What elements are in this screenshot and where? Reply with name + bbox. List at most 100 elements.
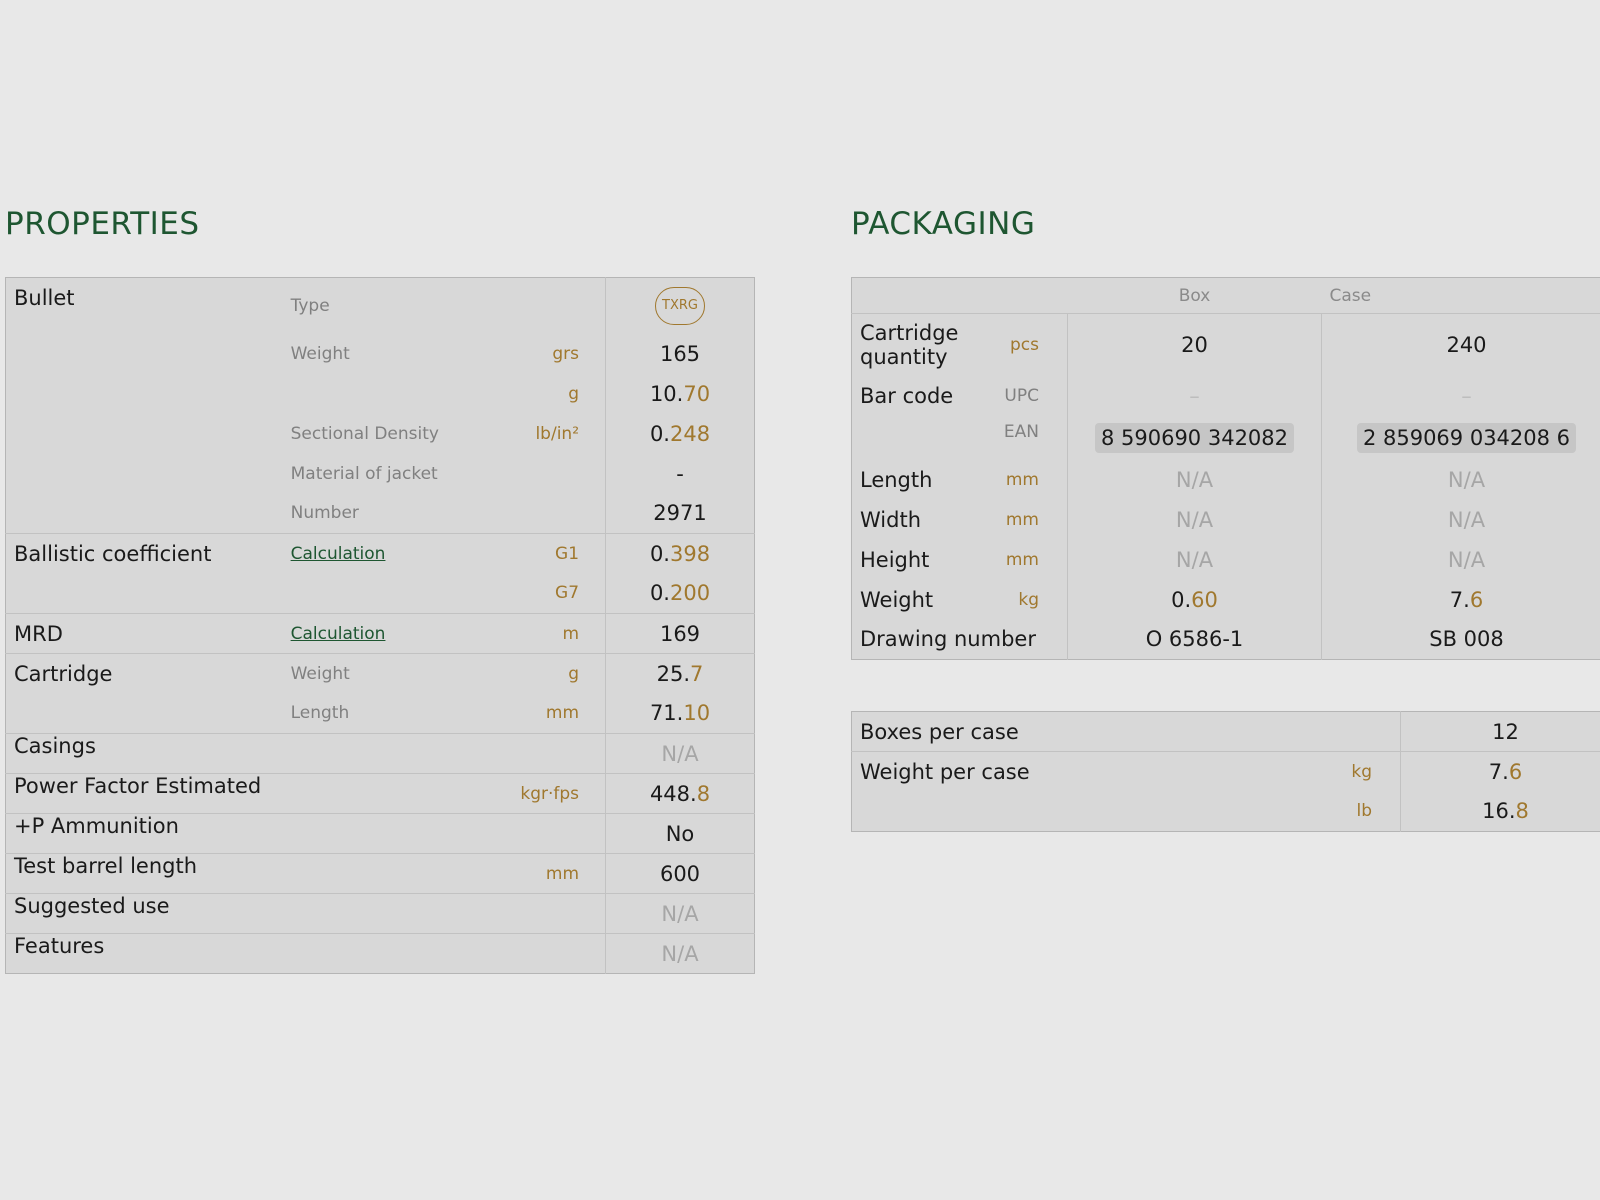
weight-per-case-label: Weight per case (851, 751, 1126, 792)
cartridge-weight-label: Weight (290, 653, 476, 694)
cartridge-weight-unit: g (475, 653, 606, 694)
weight-per-case-kg-row: Weight per case kg 7.6 (851, 751, 1600, 792)
boxes-per-case-row: Boxes per case 12 (852, 711, 1600, 752)
cartridge-length-value: 71.10 (605, 693, 755, 734)
quantity-row: Cartridge quantity pcs 20 240 (852, 313, 1600, 376)
features-row: Features N/A (5, 933, 755, 974)
bullet-jacket-label: Material of jacket (290, 463, 438, 484)
quantity-unit: pcs (1010, 334, 1039, 355)
ballistic-g7-unit: G7 (555, 583, 580, 604)
properties-table: Bullet Type TXRG Weight grs 165 g 10.70 … (5, 277, 755, 974)
features-label: Features (5, 933, 606, 974)
ballistic-g1-unit: G1 (475, 533, 606, 574)
bullet-sd-value: 0.248 (605, 413, 755, 454)
length-label: Length (860, 467, 933, 492)
width-box: N/A (1067, 499, 1322, 540)
bullet-type-badge: TXRG (655, 286, 705, 325)
barcode-ean-unit: EAN (1003, 421, 1039, 442)
length-unit: mm (1005, 469, 1039, 490)
cartridge-length-label: Length (290, 703, 350, 724)
barcode-ean-box: 8 590690 342082 (1094, 422, 1295, 453)
length-box: N/A (1067, 459, 1322, 500)
plus-p-label: +P Ammunition (5, 813, 606, 854)
barcode-ean-row: EAN 8 590690 342082 2 859069 034208 6 (852, 415, 1600, 460)
packaging-header-row: Box Case (851, 277, 1600, 314)
ballistic-g1-value: 0.398 (605, 533, 755, 574)
barcode-label: Bar code (860, 383, 954, 408)
height-box: N/A (1067, 539, 1322, 580)
suggested-use-label: Suggested use (5, 893, 606, 934)
cartridge-weight-value: 25.7 (605, 653, 755, 694)
power-factor-value: 448.8 (605, 773, 755, 814)
height-case: N/A (1321, 539, 1600, 580)
bullet-weight-g-unit: g (568, 383, 580, 404)
quantity-label: Cartridge quantity (860, 320, 959, 369)
barcode-upc-row: Bar code UPC – – (852, 375, 1600, 416)
barrel-unit: mm (475, 853, 606, 894)
weight-per-case-lb-row: lb 16.8 (852, 791, 1600, 832)
bullet-number-label: Number (290, 503, 359, 524)
drawing-box: O 6586-1 (1067, 619, 1322, 660)
barcode-upc-case: – (1321, 375, 1600, 416)
bullet-jacket-value: - (605, 453, 755, 494)
length-case: N/A (1321, 459, 1600, 500)
mrd-row: MRD Calculation m 169 (5, 613, 755, 654)
properties-title: PROPERTIES (5, 206, 200, 242)
bullet-type-label: Type (290, 295, 330, 316)
width-label: Width (860, 507, 922, 532)
mrd-calculation-link[interactable]: Calculation (291, 624, 386, 644)
bullet-sd-label: Sectional Density (290, 423, 439, 444)
boxes-per-case-label: Boxes per case (860, 719, 1019, 744)
drawing-row: Drawing number O 6586-1 SB 008 (852, 619, 1600, 660)
weight-unit: kg (1018, 589, 1039, 610)
mrd-unit: m (475, 613, 606, 654)
mrd-label: MRD (5, 613, 291, 654)
casings-row: Casings N/A (5, 733, 755, 774)
bullet-number-value: 2971 (605, 493, 755, 534)
suggested-use-value: N/A (605, 893, 755, 934)
casings-label: Casings (5, 733, 606, 774)
barrel-value: 600 (605, 853, 755, 894)
weight-case: 7.6 (1321, 579, 1600, 620)
plus-p-row: +P Ammunition No (5, 813, 755, 854)
bullet-weight-grs-value: 165 (605, 333, 755, 374)
weight-per-case-lb-unit: lb (1356, 801, 1372, 822)
width-row: Width mm N/A N/A (852, 499, 1600, 540)
bullet-type-row: Bullet Type TXRG (6, 277, 755, 334)
ballistic-calculation-link[interactable]: Calculation (291, 544, 386, 564)
suggested-use-row: Suggested use N/A (5, 893, 755, 934)
ballistic-g1-row: Ballistic coefficient Calculation G1 0.3… (5, 533, 755, 614)
drawing-case: SB 008 (1321, 619, 1600, 660)
barrel-label: Test barrel length (5, 853, 476, 894)
bullet-label: Bullet (14, 286, 75, 310)
plus-p-value: No (605, 813, 755, 854)
packaging-col-case: Case (1321, 277, 1600, 314)
weight-per-case-kg-unit: kg (1126, 751, 1401, 792)
packaging-title: PACKAGING (851, 206, 1036, 242)
ballistic-label: Ballistic coefficient (5, 533, 291, 614)
weight-row: Weight kg 0.60 7.6 (852, 579, 1600, 620)
barrel-row: Test barrel length mm 600 (5, 853, 755, 894)
packaging-table: Box Case Cartridge quantity pcs 20 240 B… (851, 277, 1600, 660)
barcode-ean-case: 2 859069 034208 6 (1356, 422, 1577, 453)
mrd-value: 169 (605, 613, 755, 654)
height-row: Height mm N/A N/A (852, 539, 1600, 580)
power-factor-unit: kgr·fps (475, 773, 606, 814)
length-row: Length mm N/A N/A (852, 459, 1600, 500)
bullet-weight-g-value: 10.70 (605, 373, 755, 414)
cartridge-weight-row: Cartridge Weight g 25.7 (5, 653, 755, 734)
features-value: N/A (605, 933, 755, 974)
ballistic-g7-value: 0.200 (605, 573, 755, 614)
width-unit: mm (1005, 509, 1039, 530)
power-factor-label: Power Factor Estimated (5, 773, 476, 814)
height-unit: mm (1005, 549, 1039, 570)
weight-per-case-kg-value: 7.6 (1400, 751, 1600, 792)
barcode-upc-unit: UPC (1004, 385, 1039, 406)
barcode-upc-box: – (1067, 375, 1322, 416)
drawing-label: Drawing number (860, 627, 1036, 652)
cartridge-label: Cartridge (5, 653, 291, 734)
casings-value: N/A (605, 733, 755, 774)
boxes-per-case-value: 12 (1400, 711, 1600, 752)
bullet-weight-label: Weight (290, 343, 350, 364)
width-case: N/A (1321, 499, 1600, 540)
